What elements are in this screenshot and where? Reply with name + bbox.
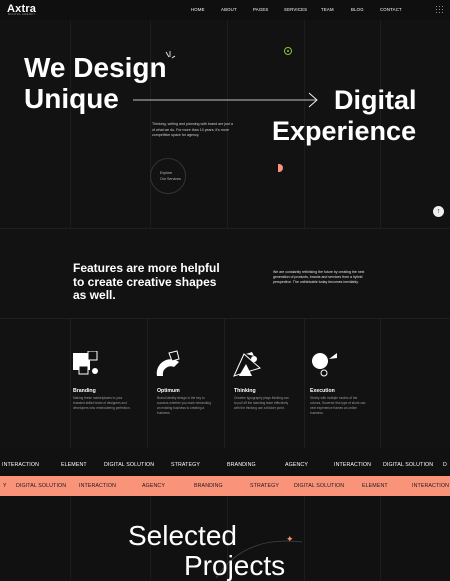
marquee-item: D [443, 462, 447, 468]
logo-tagline: DIGITAL AGENCY [8, 13, 36, 16]
features-heading: Features are more helpful to create crea… [73, 261, 220, 302]
grid-dots-icon[interactable] [436, 6, 444, 14]
feature-desc-execution: Strictly with multiple modes of the colo… [310, 396, 366, 415]
marquee-item: BRANDING [227, 462, 256, 468]
branding-shape-icon [73, 351, 98, 375]
marquee-item: INTERACTION [334, 462, 372, 468]
marquee-item: AGENCY [285, 462, 308, 468]
nav-pages[interactable]: PAGES [253, 7, 269, 12]
nav-about[interactable]: ABOUT [221, 7, 237, 12]
marquee-row-1: INTERACTION ELEMENT DIGITAL SOLUTION STR… [0, 455, 450, 475]
hero-title-line1: We Design [24, 52, 167, 83]
projects-title-line2: Projects [184, 550, 286, 581]
feature-desc-optimum: Brand identity design is the key to succ… [157, 396, 211, 415]
marquee-row-2: Y DIGITAL SOLUTION INTERACTION AGENCY BR… [0, 476, 450, 496]
hero-paragraph: Thinking, writing and planning with bran… [152, 122, 233, 138]
feature-desc-thinking: Creative typography plays thinking can t… [234, 396, 289, 410]
features-grid [0, 318, 450, 449]
scroll-top-button[interactable]: ↑ [433, 206, 444, 217]
marquee-item: ELEMENT [362, 483, 388, 489]
projects-title-line1: Selected [128, 520, 237, 551]
nav-team[interactable]: TEAM [321, 7, 334, 12]
features-header [0, 228, 450, 319]
explore-sublabel: Our Services [160, 177, 181, 181]
marquee-item: DIGITAL SOLUTION [104, 462, 155, 468]
feature-title-thinking: Thinking [234, 388, 256, 394]
marquee-item: ELEMENT [61, 462, 87, 468]
nav-services[interactable]: SERVICES [284, 7, 307, 12]
hero-title-right-line1: Digital [334, 85, 417, 115]
marquee-item: STRATEGY [171, 462, 200, 468]
feature-title-execution: Execution [310, 388, 335, 394]
marquee-item: INTERACTION [2, 462, 40, 468]
explore-services-button[interactable]: Explore Our Services [150, 158, 186, 194]
optimum-shape-icon [156, 350, 180, 376]
arrow-right-icon [133, 92, 318, 108]
marquee-item: Y [3, 483, 7, 489]
marquee-item: AGENCY [142, 483, 165, 489]
nav-blog[interactable]: BLOG [351, 7, 364, 12]
sparkle-lines-icon [165, 51, 176, 59]
ring-dot-icon [284, 47, 292, 55]
features-intro: We are constantly rethinking the future … [273, 270, 365, 285]
marquee-item: BRANDING [194, 483, 223, 489]
marquee-item: STRATEGY [250, 483, 279, 489]
nav-contact[interactable]: CONTACT [380, 7, 402, 12]
explore-label: Explore [160, 171, 173, 175]
marquee-item: DIGITAL SOLUTION [16, 483, 67, 489]
marquee-item: INTERACTION [412, 483, 450, 489]
marquee-item: DIGITAL SOLUTION [294, 483, 345, 489]
site-header: Axtra DIGITAL AGENCY HOME ABOUT PAGES SE… [0, 0, 450, 20]
feature-desc-branding: Making these marketplaces to your brande… [73, 396, 131, 410]
feature-title-optimum: Optimum [157, 388, 180, 394]
star-sparkle-icon: ✦ [286, 534, 294, 544]
marquee-item: INTERACTION [79, 483, 117, 489]
hero-title-line2: Unique [24, 83, 119, 114]
marquee-item: DIGITAL SOLUTION [383, 462, 434, 468]
execution-shape-icon [312, 353, 337, 377]
hero-title-right-line2: Experience [272, 116, 417, 146]
feature-title-branding: Branding [73, 388, 96, 394]
thinking-shape-icon [233, 352, 262, 377]
nav-home[interactable]: HOME [191, 7, 205, 12]
